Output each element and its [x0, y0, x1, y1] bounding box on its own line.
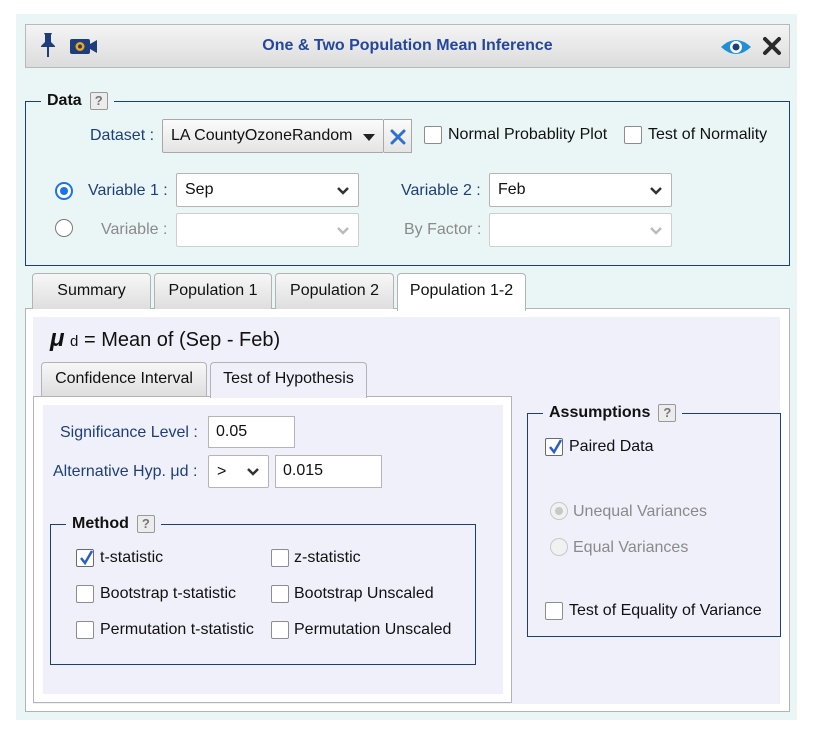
t-statistic-checkbox[interactable] [76, 549, 94, 567]
equal-variances-label: Equal Variances [573, 539, 689, 556]
permutation-t-label: Permutation t-statistic [100, 621, 254, 638]
tab-population-1-2[interactable]: Population 1-2 [397, 273, 526, 311]
alt-hyp-label: Alternative Hyp. μd : [53, 463, 198, 480]
data-help-icon[interactable]: ? [89, 92, 108, 110]
tab-confidence-interval[interactable]: Confidence Interval [41, 362, 207, 396]
tab-population-2[interactable]: Population 2 [275, 273, 394, 309]
assumptions-help-icon[interactable]: ? [658, 404, 677, 422]
assumptions-legend: Assumptions ? [543, 404, 682, 422]
variable2-select[interactable]: Feb [489, 173, 672, 207]
dataset-value: LA CountyOzoneRandom [171, 127, 353, 144]
bootstrap-unscaled-label: Bootstrap Unscaled [294, 585, 434, 602]
mu-subscript: d [70, 333, 79, 350]
alt-value-input[interactable]: 0.015 [275, 455, 382, 488]
bootstrap-t-label: Bootstrap t-statistic [100, 585, 237, 602]
normal-plot-label: Normal Probablity Plot [448, 126, 608, 143]
dropdown-arrow-icon [363, 134, 375, 141]
close-icon [390, 129, 406, 145]
t-statistic-label: t-statistic [100, 549, 164, 566]
eye-icon[interactable] [720, 37, 752, 57]
paired-data-checkbox[interactable] [545, 438, 563, 456]
method-legend: Method ? [66, 515, 161, 533]
tab-population-1[interactable]: Population 1 [154, 273, 272, 309]
variable2-label: Variable 2 : [401, 182, 481, 199]
variable1-select[interactable]: Sep [176, 173, 359, 207]
tab-test-of-hypothesis[interactable]: Test of Hypothesis [210, 362, 367, 398]
alt-operator-value: > [217, 463, 227, 480]
bootstrap-unscaled-checkbox[interactable] [271, 585, 289, 603]
unequal-variances-radio[interactable] [550, 502, 568, 520]
variable-select[interactable] [176, 213, 359, 247]
variable-mode-radio[interactable] [55, 182, 73, 200]
variable-label: Variable : [101, 221, 168, 238]
check-icon [549, 439, 563, 455]
variable1-value: Sep [185, 181, 214, 198]
unequal-variances-label: Unequal Variances [573, 503, 708, 520]
chevron-down-icon [650, 187, 662, 195]
permutation-t-checkbox[interactable] [76, 621, 94, 639]
dataset-label: Dataset : [90, 127, 155, 144]
chevron-down-icon [247, 468, 259, 476]
population-diff-heading: μ d = Mean of (Sep - Feb) [50, 325, 280, 353]
permutation-unscaled-checkbox[interactable] [271, 621, 289, 639]
heading-text: = Mean of (Sep - Feb) [83, 329, 281, 351]
normality-test-checkbox[interactable] [624, 126, 642, 144]
bootstrap-t-checkbox[interactable] [76, 585, 94, 603]
factor-mode-radio[interactable] [55, 219, 73, 237]
chevron-down-icon [337, 227, 349, 235]
variable1-label: Variable 1 : [88, 182, 168, 199]
z-statistic-checkbox[interactable] [271, 549, 289, 567]
significance-label: Significance Level : [60, 424, 198, 441]
data-legend: Data ? [41, 92, 114, 110]
mu-symbol: μ [50, 325, 65, 352]
check-icon [80, 550, 94, 566]
close-icon[interactable] [762, 36, 782, 56]
significance-input[interactable]: 0.05 [208, 416, 295, 448]
alt-operator-select[interactable]: > [208, 455, 269, 488]
byfactor-label: By Factor : [404, 221, 482, 238]
clear-dataset-button[interactable] [384, 119, 412, 153]
byfactor-select[interactable] [489, 213, 672, 247]
equality-variance-label: Test of Equality of Variance [569, 602, 762, 619]
z-statistic-label: z-statistic [294, 549, 361, 566]
variable2-value: Feb [498, 181, 526, 198]
chevron-down-icon [337, 187, 349, 195]
permutation-unscaled-label: Permutation Unscaled [294, 621, 452, 638]
method-help-icon[interactable]: ? [136, 515, 155, 533]
normality-test-label: Test of Normality [648, 126, 768, 143]
normal-plot-checkbox[interactable] [424, 126, 442, 144]
title-bar: One & Two Population Mean Inference [25, 24, 790, 68]
equal-variances-radio[interactable] [550, 538, 568, 556]
chevron-down-icon [650, 227, 662, 235]
equality-variance-checkbox[interactable] [545, 602, 563, 620]
tab-summary[interactable]: Summary [32, 273, 151, 309]
window-title: One & Two Population Mean Inference [262, 37, 553, 54]
paired-data-label: Paired Data [569, 438, 654, 455]
dataset-dropdown[interactable]: LA CountyOzoneRandom [162, 119, 384, 153]
